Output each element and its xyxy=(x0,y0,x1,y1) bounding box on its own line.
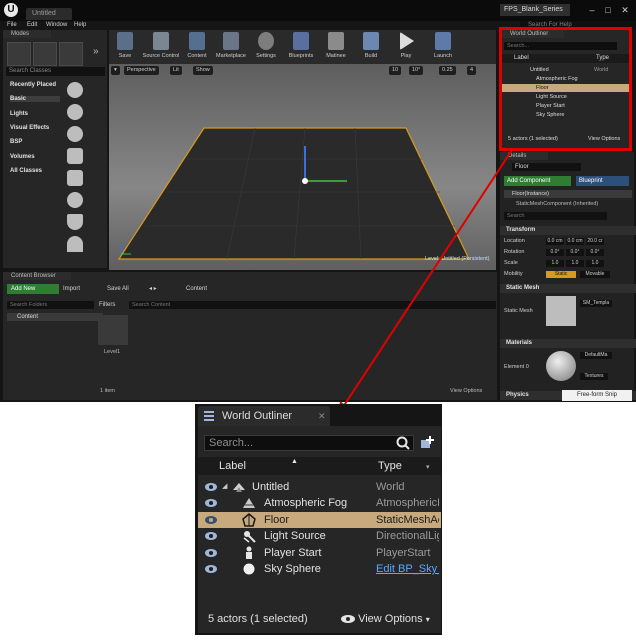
row-type: World xyxy=(376,481,405,493)
world-outliner-panel: Search... Label ▲ Type ▾ ◢ Untitled Worl… xyxy=(198,426,441,633)
row-label: Atmospheric Fog xyxy=(264,497,348,509)
label-column-header[interactable]: Label xyxy=(219,459,246,473)
sky-sphere-icon xyxy=(243,563,255,575)
outliner-row-light-source[interactable]: Light Source DirectionalLight xyxy=(198,528,441,544)
row-label: Untitled xyxy=(252,481,290,493)
outliner-row-floor[interactable]: Floor StaticMeshActor xyxy=(198,512,441,528)
close-tab-icon[interactable]: ✕ xyxy=(318,409,326,423)
type-column-dropdown-icon[interactable]: ▾ xyxy=(426,463,430,471)
eye-icon[interactable] xyxy=(205,482,217,492)
row-type: StaticMeshActor xyxy=(376,514,439,526)
static-mesh-icon xyxy=(242,513,256,527)
eye-icon xyxy=(341,615,355,624)
search-icon[interactable] xyxy=(396,436,410,450)
world-outliner-tab[interactable]: World Outliner ✕ xyxy=(198,406,330,426)
outliner-search-input[interactable]: Search... xyxy=(204,435,414,451)
eye-icon[interactable] xyxy=(205,498,217,508)
add-folder-icon[interactable] xyxy=(420,436,434,450)
row-type: AtmosphericFog xyxy=(376,497,439,509)
sort-ascending-icon[interactable]: ▲ xyxy=(291,458,298,465)
edit-blueprint-link[interactable]: Edit BP_Sky_Sphere xyxy=(376,562,439,576)
world-outliner-zoom: World Outliner ✕ Search... Label ▲ Type … xyxy=(195,404,442,635)
eye-icon[interactable] xyxy=(205,515,217,525)
eye-icon[interactable] xyxy=(205,548,217,558)
row-type: DirectionalLight xyxy=(376,530,439,542)
outliner-list-icon xyxy=(204,411,214,421)
row-label: Sky Sphere xyxy=(264,563,321,575)
row-label: Floor xyxy=(264,514,290,526)
outliner-row-untitled[interactable]: ◢ Untitled World xyxy=(198,479,441,495)
eye-icon[interactable] xyxy=(205,531,217,541)
view-options-button[interactable]: View Options ▾ xyxy=(341,612,430,627)
world-outliner-title: World Outliner xyxy=(222,410,293,422)
fog-icon xyxy=(243,498,255,508)
directional-light-icon xyxy=(243,531,256,543)
outliner-row-atmospheric-fog[interactable]: Atmospheric Fog AtmosphericFog xyxy=(198,495,441,511)
player-start-icon xyxy=(246,546,252,559)
chevron-down-icon: ▾ xyxy=(425,615,430,624)
callout-arrow-line xyxy=(342,149,513,408)
actor-count-status: 5 actors (1 selected) xyxy=(208,613,308,625)
row-label: Player Start xyxy=(264,547,322,559)
collapse-arrow-icon[interactable]: ◢ xyxy=(222,482,227,490)
eye-icon[interactable] xyxy=(205,564,217,574)
outliner-row-player-start[interactable]: Player Start PlayerStart xyxy=(198,545,441,561)
view-options-label: View Options xyxy=(358,613,423,625)
type-column-header[interactable]: Type xyxy=(378,459,402,473)
outliner-row-sky-sphere[interactable]: Sky Sphere Edit BP_Sky_Sphere xyxy=(198,561,441,577)
row-type: PlayerStart xyxy=(376,547,431,559)
world-icon xyxy=(233,483,245,492)
row-label: Light Source xyxy=(264,530,326,542)
outliner-column-header: Label ▲ Type ▾ xyxy=(198,457,441,475)
